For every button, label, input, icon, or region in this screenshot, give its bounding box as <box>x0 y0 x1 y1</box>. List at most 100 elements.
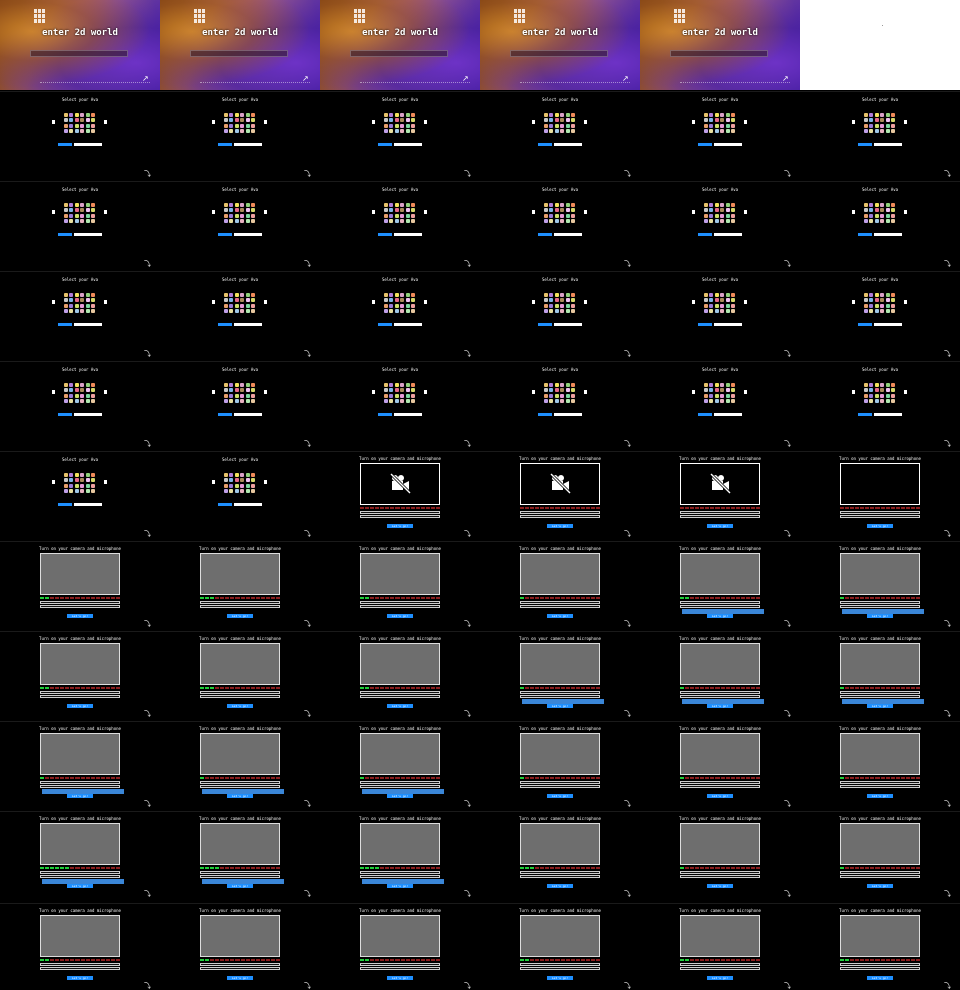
next-arrow-icon[interactable] <box>424 390 427 394</box>
lets-go-button[interactable]: Let's go! <box>387 794 413 798</box>
avatar-option[interactable] <box>85 293 90 297</box>
avatar-option[interactable] <box>554 208 559 213</box>
avatar-option[interactable] <box>250 129 255 134</box>
random-avatar-button[interactable] <box>554 233 582 236</box>
avatar-option[interactable] <box>240 489 245 494</box>
avatar-option[interactable] <box>890 118 895 123</box>
avatar-option[interactable] <box>74 293 79 297</box>
lets-go-button[interactable]: Let's go! <box>547 884 573 888</box>
avatar-option[interactable] <box>400 298 405 303</box>
avatar-option[interactable] <box>725 129 730 134</box>
avatar-option[interactable] <box>890 298 895 303</box>
avatar-option[interactable] <box>709 383 714 387</box>
avatar-option[interactable] <box>69 219 74 224</box>
avatar-option[interactable] <box>869 399 874 404</box>
avatar-option[interactable] <box>229 213 234 218</box>
microphone-select[interactable] <box>840 515 920 518</box>
avatar-option[interactable] <box>90 118 95 123</box>
avatar-option[interactable] <box>250 489 255 494</box>
next-arrow-icon[interactable] <box>904 300 907 304</box>
camera-select[interactable] <box>200 871 280 874</box>
avatar-option[interactable] <box>90 473 95 477</box>
avatar-option[interactable] <box>570 399 575 404</box>
camera-select[interactable] <box>840 511 920 514</box>
avatar-option[interactable] <box>885 383 890 387</box>
avatar-option[interactable] <box>250 298 255 303</box>
avatar-option[interactable] <box>234 123 239 128</box>
next-arrow-icon[interactable] <box>744 300 747 304</box>
avatar-option[interactable] <box>869 123 874 128</box>
avatar-option[interactable] <box>549 123 554 128</box>
avatar-option[interactable] <box>394 383 399 387</box>
avatar-option[interactable] <box>885 393 890 398</box>
avatar-option[interactable] <box>720 388 725 393</box>
avatar-option[interactable] <box>565 203 570 207</box>
avatar-option[interactable] <box>880 309 885 314</box>
avatar-option[interactable] <box>544 129 548 134</box>
avatar-option[interactable] <box>570 213 575 218</box>
avatar-option[interactable] <box>885 213 890 218</box>
avatar-option[interactable] <box>85 399 90 404</box>
microphone-select[interactable] <box>200 875 280 878</box>
avatar-option[interactable] <box>224 393 228 398</box>
avatar-option[interactable] <box>714 393 719 398</box>
site-logo[interactable] <box>34 9 45 23</box>
camera-select[interactable] <box>520 511 600 514</box>
microphone-select[interactable] <box>200 605 280 608</box>
avatar-option[interactable] <box>554 219 559 224</box>
avatar-option[interactable] <box>725 399 730 404</box>
avatar-option[interactable] <box>869 388 874 393</box>
avatar-option[interactable] <box>570 393 575 398</box>
avatar-option[interactable] <box>240 388 245 393</box>
avatar-option[interactable] <box>245 473 250 477</box>
avatar-option[interactable] <box>250 399 255 404</box>
avatar-option[interactable] <box>725 213 730 218</box>
avatar-option[interactable] <box>245 298 250 303</box>
avatar-option[interactable] <box>714 399 719 404</box>
avatar-option[interactable] <box>80 393 85 398</box>
continue-button[interactable] <box>698 143 712 146</box>
avatar-option[interactable] <box>565 123 570 128</box>
avatar-option[interactable] <box>874 388 879 393</box>
avatar-option[interactable] <box>80 113 85 117</box>
avatar-option[interactable] <box>384 123 388 128</box>
avatar-option[interactable] <box>720 213 725 218</box>
avatar-option[interactable] <box>864 393 868 398</box>
random-avatar-button[interactable] <box>394 323 422 326</box>
avatar-option[interactable] <box>240 393 245 398</box>
avatar-option[interactable] <box>885 203 890 207</box>
avatar-option[interactable] <box>864 383 868 387</box>
camera-select[interactable] <box>520 871 600 874</box>
avatar-option[interactable] <box>229 309 234 314</box>
camera-select[interactable] <box>40 871 120 874</box>
avatar-option[interactable] <box>874 293 879 297</box>
lets-go-button[interactable]: Let's go! <box>67 976 93 980</box>
random-avatar-button[interactable] <box>874 413 902 416</box>
microphone-select[interactable] <box>680 515 760 518</box>
avatar-option[interactable] <box>549 208 554 213</box>
next-arrow-icon[interactable] <box>424 210 427 214</box>
avatar-option[interactable] <box>720 208 725 213</box>
microphone-select[interactable] <box>40 967 120 970</box>
avatar-option[interactable] <box>725 303 730 308</box>
avatar-option[interactable] <box>229 298 234 303</box>
avatar-option[interactable] <box>410 203 415 207</box>
avatar-option[interactable] <box>565 309 570 314</box>
random-avatar-button[interactable] <box>234 323 262 326</box>
microphone-select[interactable] <box>360 605 440 608</box>
lets-go-button[interactable]: Let's go! <box>387 614 413 618</box>
avatar-option[interactable] <box>229 383 234 387</box>
avatar-option[interactable] <box>389 118 394 123</box>
avatar-option[interactable] <box>229 489 234 494</box>
avatar-option[interactable] <box>405 208 410 213</box>
continue-button[interactable] <box>538 143 552 146</box>
avatar-option[interactable] <box>725 309 730 314</box>
continue-button[interactable] <box>218 323 232 326</box>
avatar-option[interactable] <box>240 399 245 404</box>
avatar-option[interactable] <box>389 203 394 207</box>
camera-select[interactable] <box>840 691 920 694</box>
avatar-option[interactable] <box>704 219 708 224</box>
random-avatar-button[interactable] <box>234 143 262 146</box>
next-arrow-icon[interactable] <box>264 390 267 394</box>
avatar-option[interactable] <box>384 118 388 123</box>
